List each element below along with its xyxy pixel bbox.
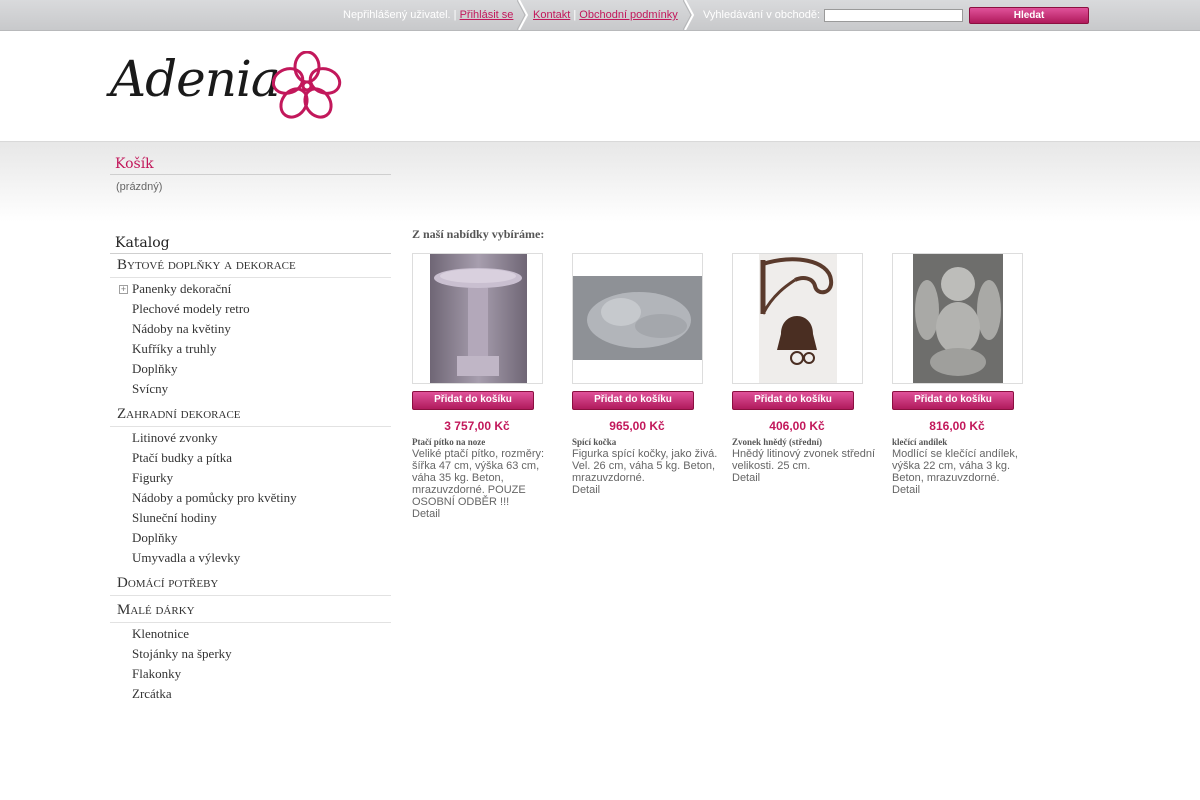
cart-title[interactable]: Košík: [115, 156, 154, 172]
logo-text[interactable]: Adenia: [110, 50, 281, 108]
category-small-gifts[interactable]: Malé dárky: [117, 602, 195, 619]
subcategory-link[interactable]: Ptačí budky a pítka: [132, 450, 232, 466]
user-status: Nepřihlášený uživatel. | Přihlásit se: [343, 9, 513, 21]
cart-status: (prázdný): [116, 181, 163, 193]
add-to-cart-button[interactable]: Přidat do košíku: [412, 391, 534, 410]
add-to-cart-button[interactable]: Přidat do košíku: [732, 391, 854, 410]
expand-plus-icon[interactable]: +: [119, 285, 128, 294]
subcategory-link[interactable]: Doplňky: [132, 530, 178, 546]
subcategory-link[interactable]: Svícny: [132, 381, 168, 397]
product-price: 406,00 Kč: [769, 419, 825, 433]
subcategory-link[interactable]: Nádoby na květiny: [132, 321, 231, 337]
divider: [110, 426, 391, 427]
search-input[interactable]: [824, 9, 963, 22]
subcategory-link[interactable]: Figurky: [132, 470, 173, 486]
subcategory-link[interactable]: Zrcátka: [132, 686, 172, 702]
search-label: Vyhledávání v obchodě:: [703, 9, 821, 21]
detail-link[interactable]: Detail: [572, 484, 722, 496]
category-home-decor[interactable]: Bytové doplňky a dekorace: [117, 257, 296, 274]
product-description: Modlící se klečící andílek, výška 22 cm,…: [892, 448, 1042, 496]
add-to-cart-button[interactable]: Přidat do košíku: [572, 391, 694, 410]
divider-chevron-icon: [517, 0, 529, 30]
bird-bath-image[interactable]: [413, 254, 542, 383]
sleeping-cat-image[interactable]: [573, 254, 702, 383]
detail-link[interactable]: Detail: [732, 472, 882, 484]
product-description-text: Hnědý litinový zvonek střední velikosti.…: [732, 448, 876, 472]
subcategory-link[interactable]: Litinové zvonky: [132, 430, 218, 446]
subcategory-link[interactable]: Sluneční hodiny: [132, 510, 217, 526]
top-bar: Nepřihlášený uživatel. | Přihlásit se Ko…: [0, 0, 1200, 31]
product-price: 816,00 Kč: [929, 419, 985, 433]
flower-logo-icon[interactable]: [272, 51, 342, 121]
subcategory-link[interactable]: Klenotnice: [132, 626, 189, 642]
product-price: 965,00 Kč: [609, 419, 665, 433]
product-image[interactable]: [412, 253, 543, 384]
add-to-cart-button[interactable]: Přidat do košíku: [892, 391, 1014, 410]
subcategory-link[interactable]: Flakonky: [132, 666, 181, 682]
product-name[interactable]: Ptačí pítko na noze: [412, 437, 485, 447]
user-status-text: Nepřihlášený uživatel. |: [343, 9, 457, 21]
subcategory-link[interactable]: Nádoby a pomůcky pro květiny: [132, 490, 297, 506]
product-description: Veliké ptačí pítko, rozměry: šířka 47 cm…: [412, 448, 562, 520]
divider-chevron-icon: [683, 0, 695, 30]
divider: [110, 253, 391, 254]
subcategory-link[interactable]: Kufříky a truhly: [132, 341, 216, 357]
detail-link[interactable]: Detail: [412, 508, 562, 520]
category-household[interactable]: Domácí potřeby: [117, 575, 218, 592]
offer-title: Z naší nabídky vybíráme:: [412, 227, 545, 241]
product-image[interactable]: [892, 253, 1023, 384]
subcategory-link[interactable]: Stojánky na šperky: [132, 646, 232, 662]
contact-link[interactable]: Kontakt: [533, 9, 570, 21]
product-price: 3 757,00 Kč: [444, 419, 510, 433]
catalog-title: Katalog: [115, 235, 170, 251]
header-links: Kontakt | Obchodní podmínky: [533, 9, 678, 21]
subcategory-link[interactable]: Panenky dekorační: [132, 281, 231, 297]
subcategory-link[interactable]: Umyvadla a výlevky: [132, 550, 240, 566]
product-image[interactable]: [572, 253, 703, 384]
link-separator: |: [573, 9, 577, 21]
product-name[interactable]: Zvonek hnědý (střední): [732, 437, 822, 447]
search-button[interactable]: Hledat: [969, 7, 1089, 24]
product-description-text: Figurka spící kočky, jako živá. Vel. 26 …: [572, 448, 718, 484]
product-description: Figurka spící kočky, jako živá. Vel. 26 …: [572, 448, 722, 496]
subcategory-link[interactable]: Plechové modely retro: [132, 301, 250, 317]
divider: [110, 277, 391, 278]
divider: [110, 595, 391, 596]
detail-link[interactable]: Detail: [892, 484, 1042, 496]
subcategory-link[interactable]: Doplňky: [132, 361, 178, 377]
product-description: Hnědý litinový zvonek střední velikosti.…: [732, 448, 882, 484]
product-description-text: Veliké ptačí pítko, rozměry: šířka 47 cm…: [412, 448, 545, 508]
gradient-band: [0, 142, 1200, 222]
terms-link[interactable]: Obchodní podmínky: [579, 9, 677, 21]
product-name[interactable]: Spící kočka: [572, 437, 616, 447]
login-link[interactable]: Přihlásit se: [460, 9, 514, 21]
product-image[interactable]: [732, 253, 863, 384]
divider: [110, 174, 391, 175]
product-description-text: Modlící se klečící andílek, výška 22 cm,…: [892, 448, 1018, 484]
cast-iron-bell-image[interactable]: [733, 254, 862, 383]
divider: [110, 622, 391, 623]
kneeling-angel-image[interactable]: [893, 254, 1022, 383]
product-name[interactable]: klečící andílek: [892, 437, 947, 447]
category-garden-decor[interactable]: Zahradní dekorace: [117, 406, 241, 423]
